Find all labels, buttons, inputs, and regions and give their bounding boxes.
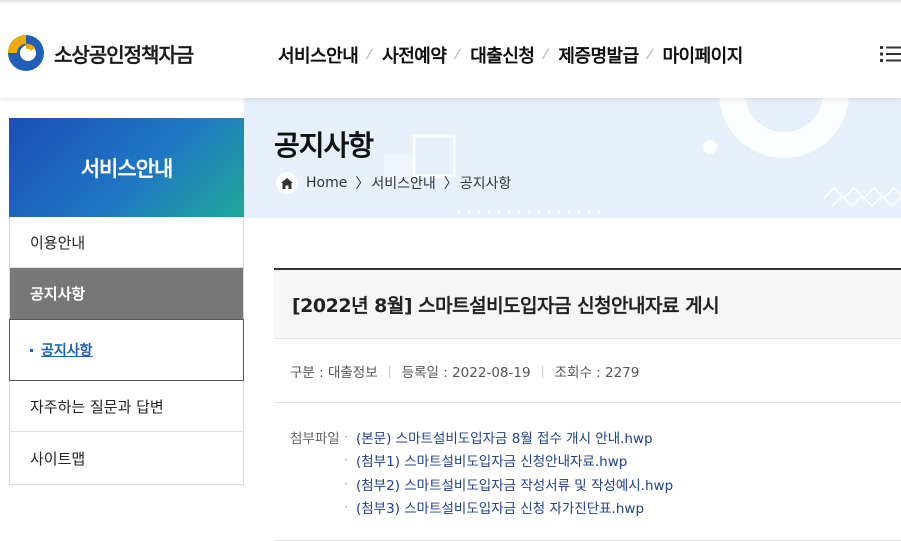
meta-separator: | xyxy=(540,363,545,378)
lnb-item-usage-guide[interactable]: 이용안내 xyxy=(10,217,243,268)
lnb-item-notice[interactable]: 공지사항 xyxy=(10,268,243,319)
bullet-dot-icon: · xyxy=(344,500,348,515)
lnb-item-label: 자주하는 질문과 답변 xyxy=(30,397,164,416)
menu-list-icon[interactable] xyxy=(880,44,901,64)
nav-item-service-guide[interactable]: 서비스안내 ⁄ xyxy=(278,42,382,68)
nav-label: 사전예약 xyxy=(382,46,447,67)
lnb-item-label: 공지사항 xyxy=(30,285,86,303)
attachment-link[interactable]: (첨부3) 스마트설비도입자금 신청 자가진단표.hwp xyxy=(356,497,644,517)
nav-label: 마이페이지 xyxy=(662,46,744,67)
lnb-title: 서비스안내 xyxy=(80,156,174,181)
logo-mark-icon xyxy=(4,34,48,72)
logo-text: 소상공인정책자금 xyxy=(54,42,194,67)
breadcrumb-notice: 공지사항 xyxy=(459,176,512,192)
attachment-item: · (본문) 스마트설비도입자금 8월 접수 개시 안내.hwp xyxy=(344,425,673,449)
nav-item-loan-application[interactable]: 대출신청 ⁄ xyxy=(470,42,558,68)
article-meta: 구분 : 대출정보 | 등록일 : 2022-08-19 | 조회수 : 227… xyxy=(274,338,901,403)
bullet-dot-icon xyxy=(30,348,33,352)
global-nav: 서비스안내 ⁄ 사전예약 ⁄ 대출신청 ⁄ 제증명발급 ⁄ 마이페이지 xyxy=(278,42,743,68)
nav-separator: ⁄ xyxy=(456,47,459,63)
attachment-link[interactable]: (첨부1) 스마트설비도입자금 신청안내자료.hwp xyxy=(356,450,627,470)
meta-views: 조회수 : 2279 xyxy=(554,364,640,381)
breadcrumb-separator: 〉 xyxy=(443,176,458,192)
attachments-label: 첨부파일 xyxy=(290,431,340,447)
bullet-dot-icon: · xyxy=(344,453,348,468)
meta-separator: | xyxy=(387,363,392,378)
meta-category: 구분 : 대출정보 xyxy=(290,364,378,381)
article-title: [2022년 8월] 스마트설비도입자금 신청안내자료 게시 xyxy=(274,268,901,338)
nav-label: 서비스안내 xyxy=(278,46,359,67)
local-nav: 이용안내 공지사항 공지사항 자주하는 질문과 답변 사이트맵 xyxy=(9,217,244,485)
attachment-link[interactable]: (본문) 스마트설비도입자금 8월 접수 개시 안내.hwp xyxy=(356,427,653,447)
breadcrumb-service-guide[interactable]: 서비스안내 xyxy=(371,173,435,193)
bullet-dot-icon: · xyxy=(344,476,348,491)
attachment-list: · (본문) 스마트설비도입자금 8월 접수 개시 안내.hwp · (첨부1) 스… xyxy=(344,425,673,519)
lnb-item-label: 이용안내 xyxy=(30,233,86,252)
nav-item-certificate[interactable]: 제증명발급 ⁄ xyxy=(558,42,662,68)
notice-article: [2022년 8월] 스마트설비도입자금 신청안내자료 게시 구분 : 대출정보… xyxy=(274,268,901,541)
breadcrumb-separator: 〉 xyxy=(355,176,370,192)
site-logo[interactable]: 소상공인정책자금 xyxy=(4,34,194,72)
attachments-section: 첨부파일 · (본문) 스마트설비도입자금 8월 접수 개시 안내.hwp · (첨… xyxy=(274,403,901,541)
nav-item-mypage[interactable]: 마이페이지 xyxy=(662,42,744,68)
nav-separator: ⁄ xyxy=(648,47,651,63)
lnb-item-label: 사이트맵 xyxy=(30,449,86,468)
breadcrumb-home[interactable]: Home xyxy=(306,175,347,191)
nav-item-pre-reservation[interactable]: 사전예약 ⁄ xyxy=(382,42,470,68)
home-icon[interactable] xyxy=(276,172,298,194)
attachment-item: · (첨부2) 스마트설비도입자금 작성서류 및 작성예시.hwp xyxy=(344,472,673,496)
nav-separator: ⁄ xyxy=(544,47,547,63)
lnb-subitem-notice[interactable]: 공지사항 xyxy=(9,319,244,381)
lnb-item-faq[interactable]: 자주하는 질문과 답변 xyxy=(10,381,243,432)
nav-label: 대출신청 xyxy=(470,46,535,67)
bullet-dot-icon: · xyxy=(344,429,348,444)
nav-separator: ⁄ xyxy=(368,47,371,63)
lnb-subitem-label: 공지사항 xyxy=(41,343,93,359)
attachment-link[interactable]: (첨부2) 스마트설비도입자금 작성서류 및 작성예시.hwp xyxy=(356,474,673,494)
attachment-item: · (첨부1) 스마트설비도입자금 신청안내자료.hwp xyxy=(344,449,673,473)
site-header: 소상공인정책자금 서비스안내 ⁄ 사전예약 ⁄ 대출신청 ⁄ 제증명발급 ⁄ 마이페이지 xyxy=(0,0,901,98)
meta-date: 등록일 : 2022-08-19 xyxy=(401,364,531,381)
page-title: 공지사항 xyxy=(274,129,374,162)
breadcrumb: Home 〉 서비스안내 〉 공지사항 xyxy=(276,172,511,194)
lnb-title-box: 서비스안내 xyxy=(9,118,244,217)
lnb-item-sitemap[interactable]: 사이트맵 xyxy=(10,432,243,484)
attachment-item: · (첨부3) 스마트설비도입자금 신청 자가진단표.hwp xyxy=(344,496,673,520)
nav-label: 제증명발급 xyxy=(558,46,639,67)
